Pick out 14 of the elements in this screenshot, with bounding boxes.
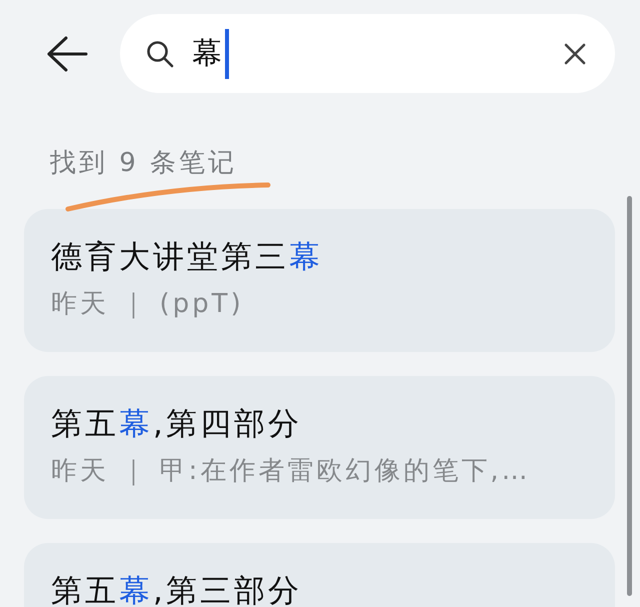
note-title: 德育大讲堂第三幕 xyxy=(51,238,323,277)
scrollbar[interactable] xyxy=(627,196,632,596)
close-icon[interactable] xyxy=(563,42,587,66)
search-field[interactable]: 幕 xyxy=(120,14,615,93)
note-title: 第五幕,第四部分 xyxy=(51,405,302,444)
note-preview: 昨天 ｜ (ppT) xyxy=(51,288,244,321)
note-preview: 昨天 ｜ 甲:在作者雷欧幻像的笔下,… xyxy=(51,455,531,488)
result-count: 找到 9 条笔记 xyxy=(50,147,238,180)
note-title: 第五幕,第三部分 xyxy=(51,572,302,607)
note-card[interactable]: 第五幕,第四部分 昨天 ｜ 甲:在作者雷欧幻像的笔下,… xyxy=(24,376,615,519)
text-cursor xyxy=(225,28,229,78)
note-card[interactable]: 第五幕,第三部分 xyxy=(24,543,615,607)
search-icon xyxy=(146,40,174,68)
note-card[interactable]: 德育大讲堂第三幕 昨天 ｜ (ppT) xyxy=(24,209,615,352)
